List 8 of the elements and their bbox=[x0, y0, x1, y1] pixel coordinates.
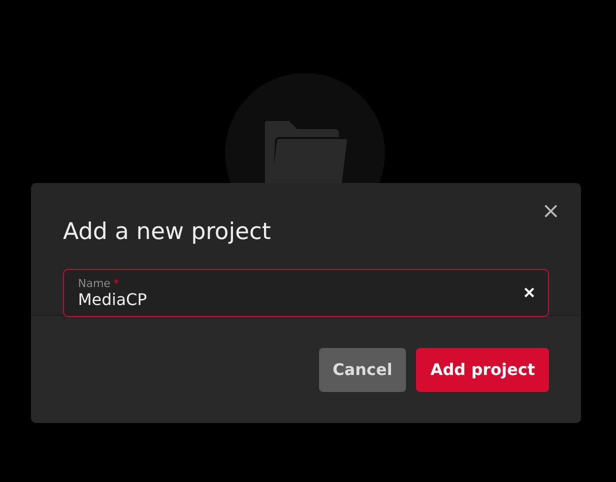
name-field[interactable]: Name * MediaCP ✕ bbox=[63, 269, 549, 317]
close-button[interactable]: × bbox=[542, 201, 560, 223]
dialog-title: Add a new project bbox=[63, 218, 272, 247]
cancel-button[interactable]: Cancel bbox=[318, 348, 406, 392]
required-mark: * bbox=[113, 277, 119, 290]
field-label: Name bbox=[78, 277, 110, 290]
clear-button[interactable]: ✕ bbox=[517, 284, 542, 302]
add-project-button[interactable]: Add project bbox=[416, 348, 549, 392]
